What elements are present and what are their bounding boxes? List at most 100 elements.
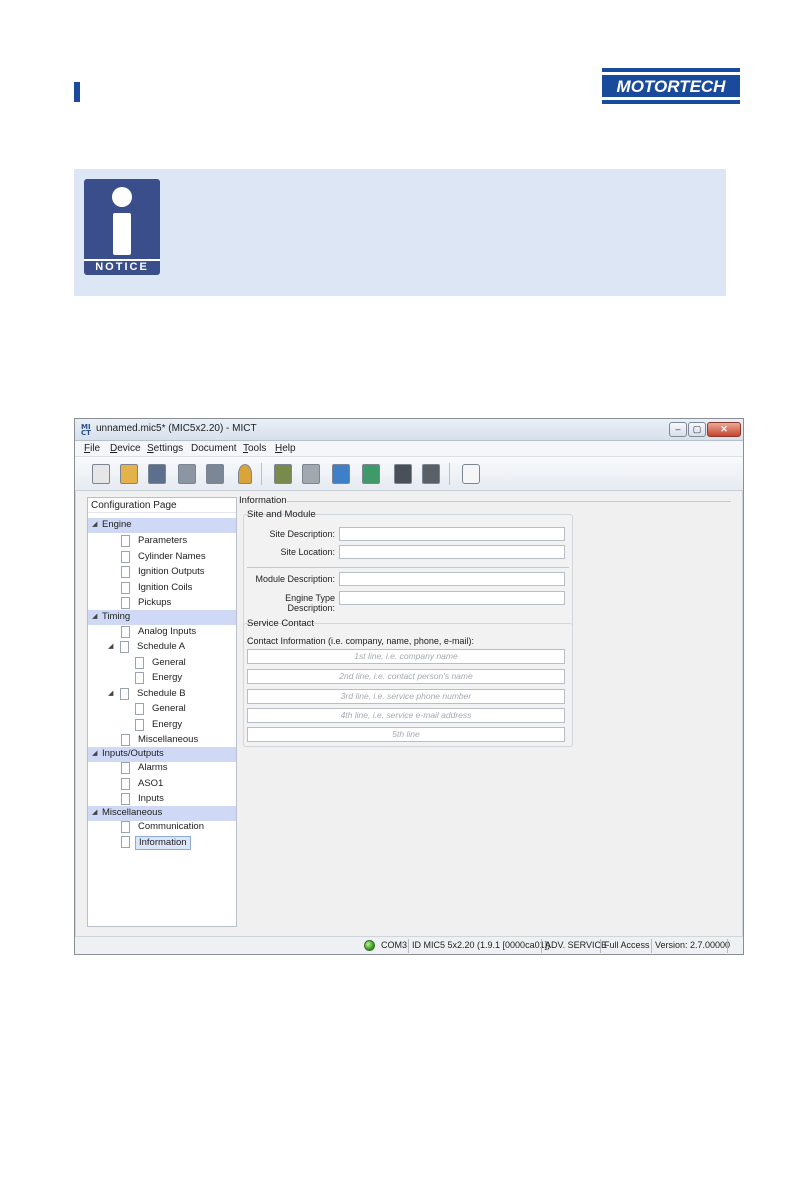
print-button[interactable] [175, 462, 199, 486]
tree-category-label: Engine [102, 519, 132, 530]
menu-document[interactable]: Document [191, 443, 237, 454]
expand-arrow-icon[interactable]: ◢ [92, 518, 97, 532]
tree-item-aso1[interactable]: ASO1 [88, 777, 236, 792]
tree-item-engine[interactable]: ◢ Engine [88, 518, 236, 533]
folder-page-icon [120, 688, 129, 700]
page-icon [121, 551, 130, 563]
expand-arrow-icon[interactable]: ◢ [108, 687, 113, 701]
tree-item-timing[interactable]: ◢ Timing [88, 610, 236, 625]
tree-item-analog-inputs[interactable]: Analog Inputs [88, 625, 236, 640]
page-icon [121, 535, 130, 547]
status-divider [541, 939, 542, 953]
expand-arrow-icon[interactable]: ◢ [92, 747, 97, 761]
device-offline-button[interactable] [299, 462, 323, 486]
page-icon [135, 657, 144, 669]
tree-item-label: Parameters [138, 535, 188, 546]
tree-item-pickups[interactable]: Pickups [88, 596, 236, 611]
page-icon [121, 821, 130, 833]
menu-help[interactable]: Help [275, 443, 296, 454]
print-icon [178, 464, 196, 484]
toolbar [75, 457, 743, 491]
site-divider [247, 567, 569, 568]
folder-page-icon [120, 641, 129, 653]
tree-category-label: Inputs/Outputs [102, 748, 164, 759]
status-version: Version: 2.7.00000 [655, 940, 731, 950]
key-button[interactable] [233, 462, 257, 486]
toolbar-separator [261, 463, 262, 485]
tree-item-information[interactable]: Information [88, 835, 236, 850]
status-divider [727, 939, 728, 953]
tree-item-schedule-a[interactable]: ◢ Schedule A [88, 640, 236, 655]
site-module-title: Site and Module [247, 509, 316, 520]
notice-icon: NOTICE [84, 179, 160, 275]
minimize-button[interactable]: – [669, 422, 687, 437]
read-from-device-button[interactable] [329, 462, 353, 486]
print-preview-icon [206, 464, 224, 484]
device-online-button[interactable] [271, 462, 295, 486]
expand-arrow-icon[interactable]: ◢ [92, 806, 97, 820]
site-location-input[interactable] [339, 545, 565, 559]
page-icon [121, 734, 130, 746]
contact-line-2-input[interactable]: 2nd line, i.e. contact person's name [247, 669, 565, 684]
tree-item-communication[interactable]: Communication [88, 820, 236, 835]
tree-item-label: Ignition Outputs [138, 566, 205, 577]
tree-item-general[interactable]: General [88, 702, 236, 717]
expand-arrow-icon[interactable]: ◢ [92, 610, 97, 624]
tree-item-inputs[interactable]: Inputs [88, 792, 236, 807]
menu-device[interactable]: Device [110, 443, 141, 454]
tree-item-energy[interactable]: Energy [88, 671, 236, 686]
contact-hint: Contact Information (i.e. company, name,… [247, 636, 474, 646]
maximize-button[interactable]: ▢ [688, 422, 706, 437]
menu-tools[interactable]: Tools [243, 443, 266, 454]
mict-window: MI CT unnamed.mic5* (MIC5x2.20) - MICT –… [74, 418, 744, 955]
contact-line-4-input[interactable]: 4th line, i.e. service e-mail address [247, 708, 565, 723]
menu-settings[interactable]: Settings [147, 443, 183, 454]
app-icon: MI CT [81, 423, 91, 437]
menu-file[interactable]: File [84, 443, 100, 454]
monitor-button[interactable] [391, 462, 415, 486]
page-icon [121, 793, 130, 805]
tree-item-inputs-outputs[interactable]: ◢ Inputs/Outputs [88, 747, 236, 762]
tree-item-miscellaneous[interactable]: ◢ Miscellaneous [88, 806, 236, 821]
tree-item-energy[interactable]: Energy [88, 718, 236, 733]
field-label: Engine Type Description: [285, 593, 335, 613]
contact-line-1-input[interactable]: 1st line, i.e. company name [247, 649, 565, 664]
contact-line-5-input[interactable]: 5th line [247, 727, 565, 742]
monitor-icon [394, 464, 412, 484]
tree-item-general[interactable]: General [88, 656, 236, 671]
tree-item-cylinder-names[interactable]: Cylinder Names [88, 550, 236, 565]
tree-item-parameters[interactable]: Parameters [88, 534, 236, 549]
status-divider [408, 939, 409, 953]
print-preview-button[interactable] [203, 462, 227, 486]
new-document-icon [92, 464, 110, 484]
open-folder-button[interactable] [117, 462, 141, 486]
gauge-button[interactable] [459, 462, 483, 486]
engine-type-description-input[interactable] [339, 591, 565, 605]
page-icon [135, 719, 144, 731]
tree-category-label: Miscellaneous [102, 807, 163, 818]
tree-item-ignition-coils[interactable]: Ignition Coils [88, 581, 236, 596]
field-label: Module Description: [255, 574, 335, 584]
site-description-input[interactable] [339, 527, 565, 541]
module-description-input[interactable] [339, 572, 565, 586]
tree-item-ignition-outputs[interactable]: Ignition Outputs [88, 565, 236, 580]
field-label: Site Location: [280, 547, 335, 557]
tree-item-label: Miscellaneous [138, 734, 199, 745]
configuration-tree: Configuration Page ◢ Engine Parameters Cyli… [87, 497, 237, 927]
tree-item-schedule-b[interactable]: ◢ Schedule B [88, 687, 236, 702]
new-document-button[interactable] [89, 462, 113, 486]
logbook-button[interactable] [419, 462, 443, 486]
expand-arrow-icon[interactable]: ◢ [108, 640, 113, 654]
write-to-device-button[interactable] [359, 462, 383, 486]
info-stem [113, 213, 131, 255]
contact-line-3-input[interactable]: 3rd line, i.e. service phone number [247, 689, 565, 704]
tree-item-label: Cylinder Names [138, 551, 206, 562]
close-button[interactable]: ✕ [707, 422, 741, 437]
logbook-icon [422, 464, 440, 484]
tree-item-alarms[interactable]: Alarms [88, 761, 236, 776]
svg-text:MOTORTECH: MOTORTECH [617, 77, 727, 96]
connection-led-icon [364, 940, 375, 951]
save-button[interactable] [145, 462, 169, 486]
tree-item-label: Alarms [138, 762, 168, 773]
tree-item-miscellaneous[interactable]: Miscellaneous [88, 733, 236, 748]
